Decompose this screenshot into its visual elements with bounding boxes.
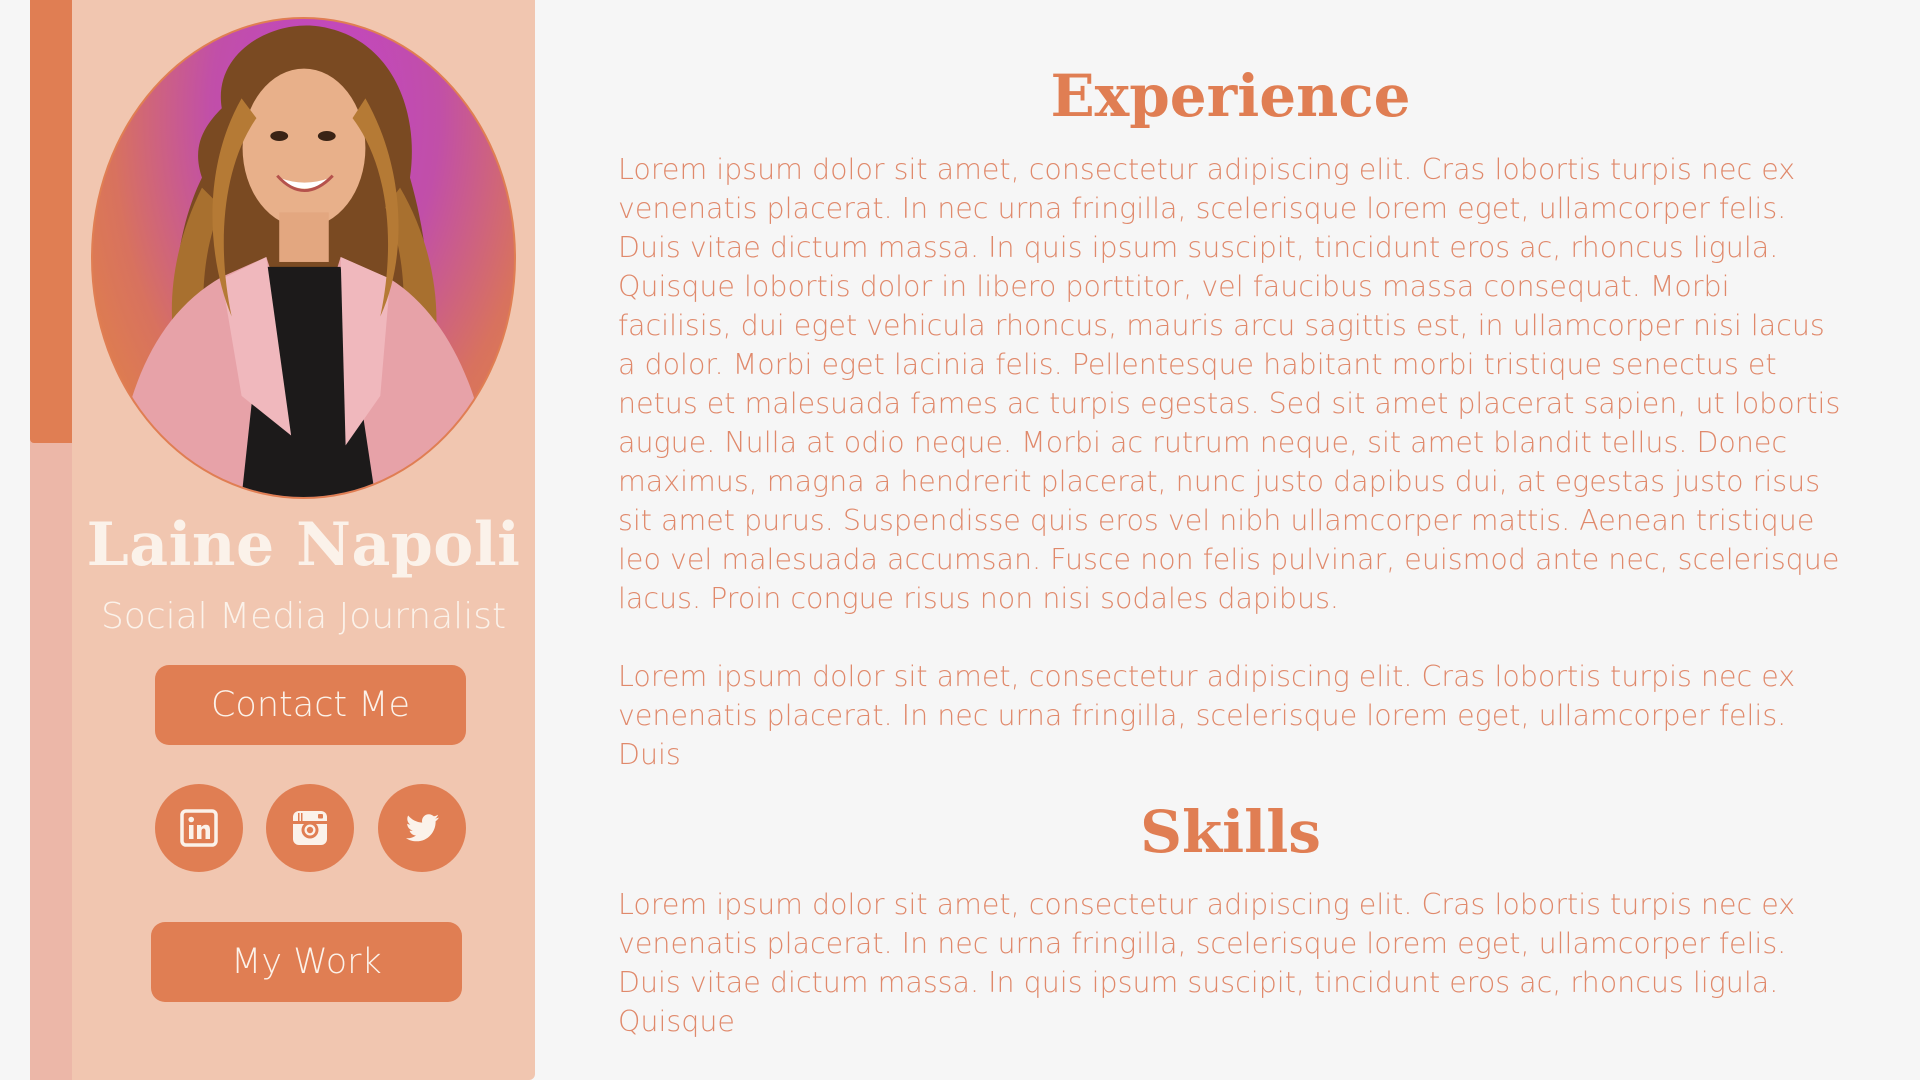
profile-photo [91,17,516,499]
person-portrait-icon [112,25,495,497]
my-work-button[interactable]: My Work [151,922,462,1002]
instagram-link[interactable] [266,784,354,872]
skills-heading: Skills [1140,798,1321,866]
instagram-icon [293,811,327,845]
linkedin-icon [180,809,218,847]
skills-paragraph: Lorem ipsum dolor sit amet, consectetur … [618,888,1796,1038]
profile-job-title: Social Media Journalist [100,596,507,637]
linkedin-link[interactable] [155,784,243,872]
experience-paragraph: Lorem ipsum dolor sit amet, consectetur … [618,153,1841,615]
profile-sidebar: Laine Napoli Social Media Journalist Con… [72,0,535,1080]
accent-strip-highlight [30,0,73,443]
experience-paragraph: Lorem ipsum dolor sit amet, consectetur … [618,660,1796,771]
contact-me-button[interactable]: Contact Me [155,665,466,745]
twitter-icon [406,814,439,842]
profile-name: Laine Napoli [86,510,521,580]
main-content: Experience Lorem ipsum dolor sit amet, c… [618,0,1843,1080]
twitter-link[interactable] [378,784,466,872]
experience-heading: Experience [1050,62,1411,130]
